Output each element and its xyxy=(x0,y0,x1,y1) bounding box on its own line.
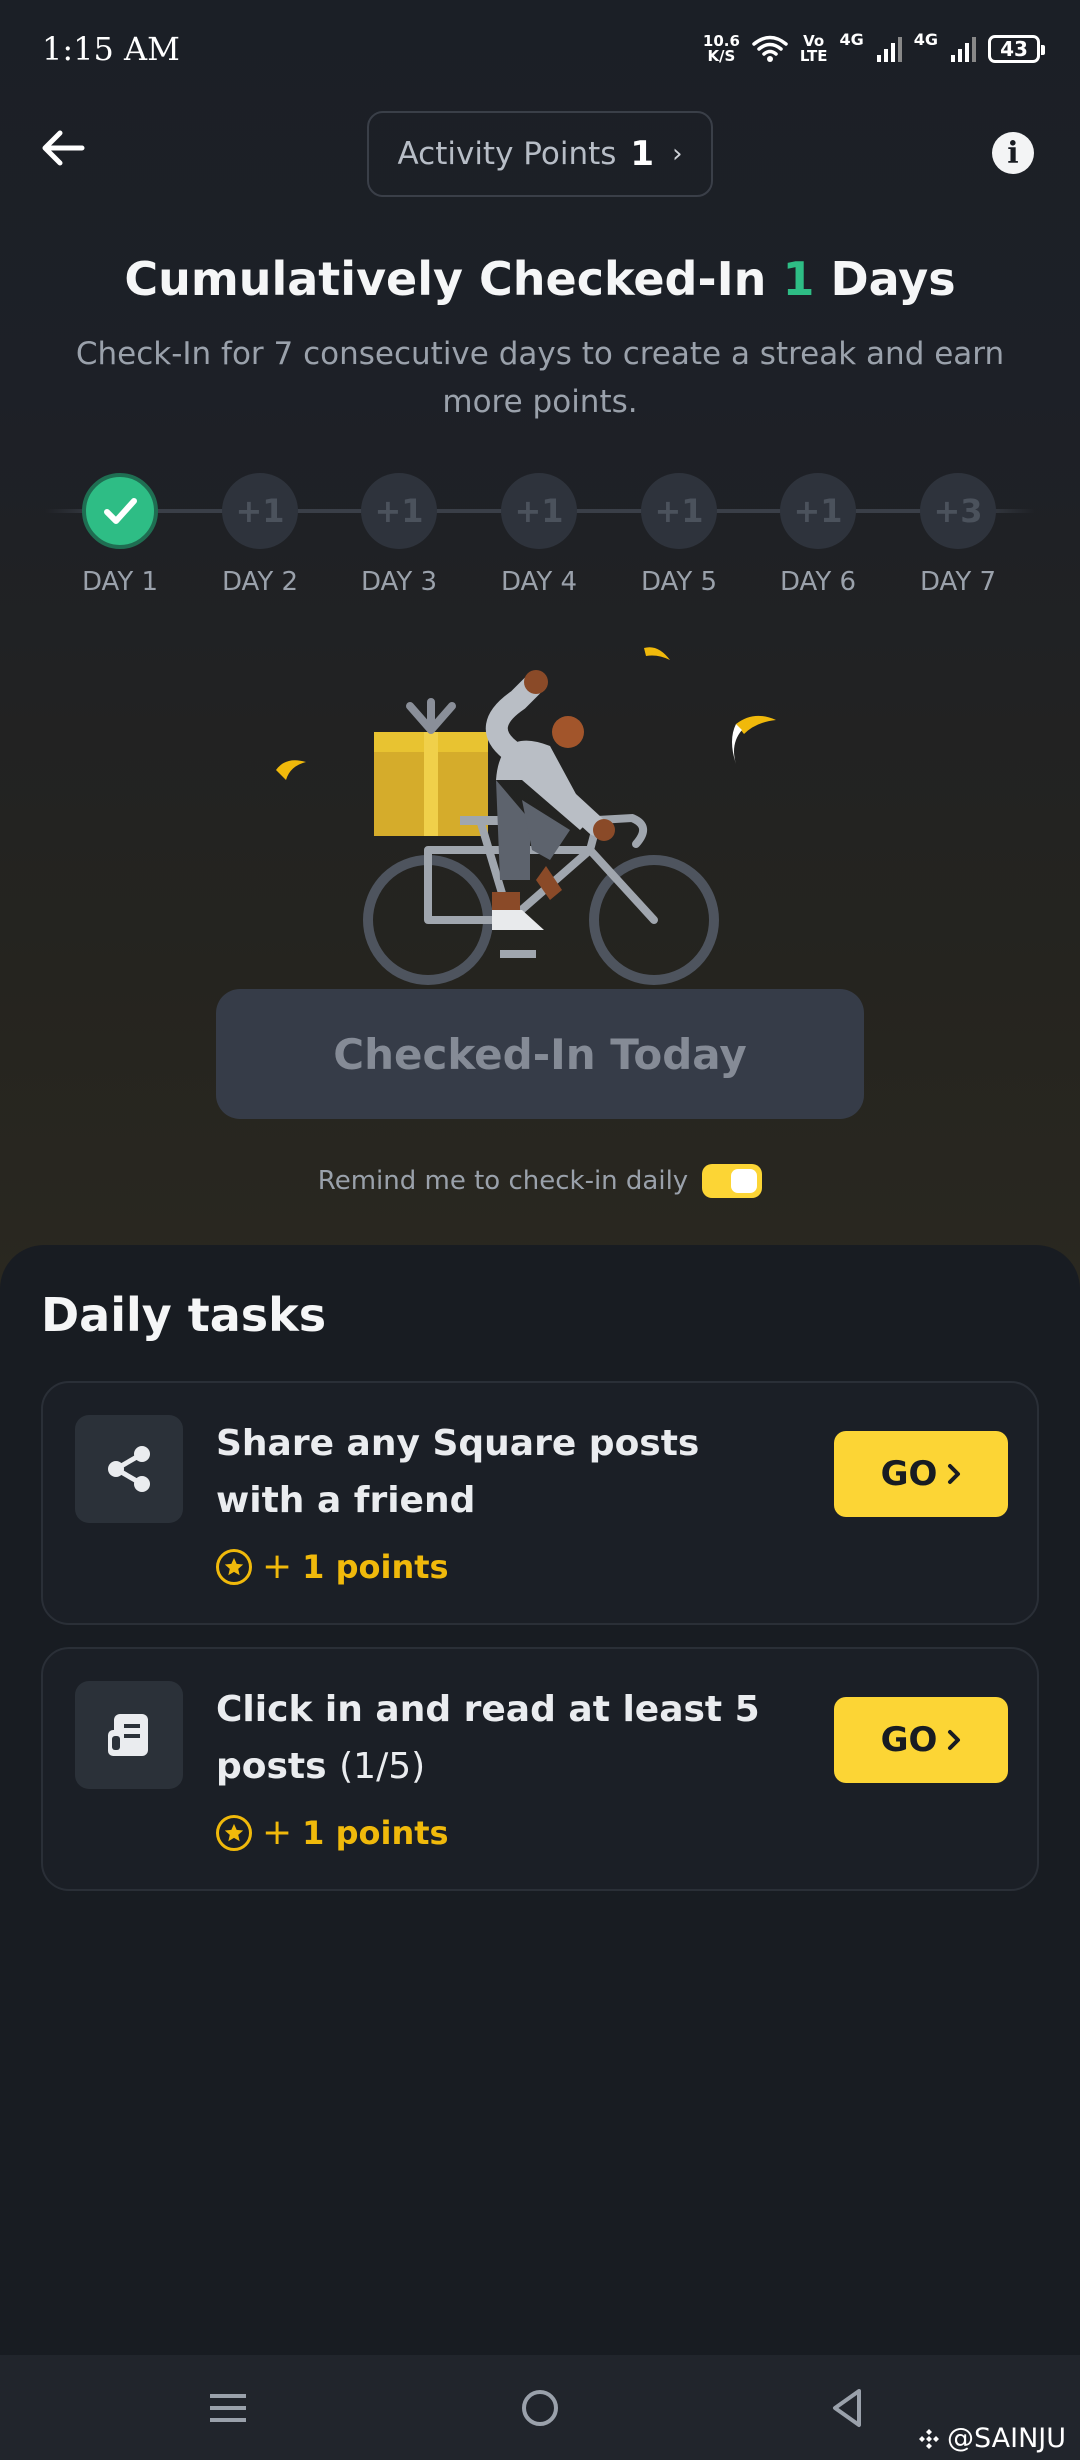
day-label: DAY 6 xyxy=(779,567,857,597)
day-label: DAY 7 xyxy=(919,567,997,597)
day-step: +1 DAY 2 xyxy=(200,473,320,597)
signal-type-1: 4G xyxy=(839,30,864,49)
day-step: DAY 1 xyxy=(60,473,180,597)
task-card: Share any Square posts with a friend + 1… xyxy=(41,1381,1039,1625)
day-label: DAY 5 xyxy=(640,567,718,597)
day-step: +1 DAY 5 xyxy=(619,473,739,597)
arrow-left-icon xyxy=(42,130,85,166)
status-bar: 1:15 AM 10.6 K/S Vo LTE 4G 4G 43 xyxy=(0,0,1080,105)
day-label: DAY 1 xyxy=(81,567,159,597)
info-icon[interactable]: i xyxy=(992,132,1034,174)
back-nav-button[interactable] xyxy=(822,2383,872,2433)
checkin-headline: Cumulatively Checked-In 1 Days xyxy=(124,252,956,306)
day-label: DAY 3 xyxy=(360,567,438,597)
status-time: 1:15 AM xyxy=(42,30,180,68)
watermark: @SAINJU xyxy=(917,2423,1066,2454)
remind-row: Remind me to check-in daily xyxy=(0,1164,1080,1198)
activity-points-value: 1 xyxy=(630,134,655,174)
remind-label: Remind me to check-in daily xyxy=(317,1166,689,1196)
binance-logo-icon xyxy=(919,2428,939,2449)
checkin-days-count: 1 xyxy=(782,252,815,306)
activity-points-button[interactable]: Activity Points 1 › xyxy=(367,111,713,197)
day-reward: +1 xyxy=(361,473,437,549)
day-reward: +1 xyxy=(501,473,577,549)
day-step: +1 DAY 6 xyxy=(758,473,878,597)
remind-toggle[interactable] xyxy=(702,1164,763,1198)
check-circle-icon xyxy=(82,473,158,549)
task-points: + 1 points xyxy=(216,1812,449,1853)
task-title: Share any Square posts with a friend xyxy=(216,1423,700,1521)
day-step: +1 DAY 4 xyxy=(479,473,599,597)
signal-type-2: 4G xyxy=(913,30,938,49)
day-reward: +3 xyxy=(920,473,996,549)
share-icon xyxy=(75,1415,183,1523)
day-reward: +1 xyxy=(222,473,298,549)
volte-indicator: Vo LTE xyxy=(799,32,828,65)
activity-points-label: Activity Points xyxy=(397,136,617,172)
home-circle-icon xyxy=(522,2390,558,2426)
menu-icon xyxy=(210,2394,246,2422)
battery-icon: 43 xyxy=(988,35,1045,63)
wifi-icon xyxy=(752,35,788,62)
back-button[interactable] xyxy=(40,128,100,178)
day-step: +1 DAY 3 xyxy=(339,473,459,597)
day-label: DAY 4 xyxy=(500,567,578,597)
day-label: DAY 2 xyxy=(221,567,299,597)
star-icon xyxy=(216,1814,252,1851)
task-go-button[interactable]: GO xyxy=(834,1431,1008,1517)
triangle-back-icon xyxy=(833,2389,861,2427)
task-title: Click in and read at least 5 posts (1/5) xyxy=(216,1689,760,1787)
day-reward: +1 xyxy=(641,473,717,549)
day-reward: +1 xyxy=(780,473,856,549)
task-card: Click in and read at least 5 posts (1/5)… xyxy=(41,1647,1039,1891)
chevron-right-icon: › xyxy=(672,139,683,169)
task-go-button[interactable]: GO xyxy=(834,1697,1008,1783)
star-icon xyxy=(216,1548,252,1585)
checked-in-today-button[interactable]: Checked-In Today xyxy=(216,989,864,1119)
signal-icon xyxy=(951,37,976,62)
task-progress: (1/5) xyxy=(339,1746,426,1787)
status-icons: 10.6 K/S Vo LTE 4G 4G 43 xyxy=(702,30,1045,65)
network-speed: 10.6 K/S xyxy=(702,32,740,65)
day-step: +3 DAY 7 xyxy=(898,473,1018,597)
chevron-right-icon xyxy=(948,1730,961,1750)
checkin-description: Check-In for 7 consecutive days to creat… xyxy=(75,336,1005,420)
article-icon xyxy=(75,1681,183,1789)
chevron-right-icon xyxy=(948,1464,961,1484)
task-points: + 1 points xyxy=(216,1546,449,1587)
cyclist-gift-illustration xyxy=(276,647,776,985)
home-button[interactable] xyxy=(515,2383,565,2433)
menu-button[interactable] xyxy=(203,2383,253,2433)
daily-tasks-title: Daily tasks xyxy=(41,1288,327,1342)
signal-icon xyxy=(876,37,902,62)
